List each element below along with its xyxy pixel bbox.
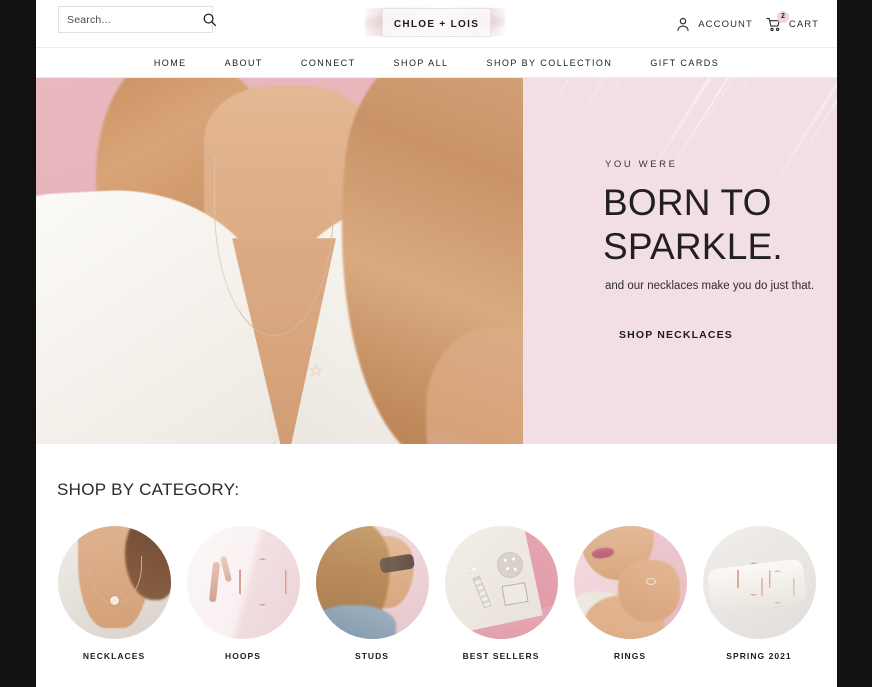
shop-necklaces-button[interactable]: SHOP NECKLACES xyxy=(619,329,733,341)
category-label: BEST SELLERS xyxy=(462,651,540,661)
hero-eyebrow: YOU WERE xyxy=(605,159,678,170)
site-logo[interactable]: CHLOE + LOIS xyxy=(364,2,505,42)
cart-count-badge: 2 xyxy=(776,10,789,23)
category-item-rings[interactable]: RINGS xyxy=(572,526,688,661)
hero-model-photo: ☆ xyxy=(36,78,523,444)
category-item-best-sellers[interactable]: BEST SELLERS xyxy=(443,526,559,661)
category-item-hoops[interactable]: HOOPS xyxy=(185,526,301,661)
star-pendant-icon: ☆ xyxy=(308,361,324,380)
nav-item-about[interactable]: ABOUT xyxy=(206,58,282,68)
cart-label: CART xyxy=(788,18,819,30)
category-label: SPRING 2021 xyxy=(726,651,792,661)
account-label: ACCOUNT xyxy=(698,18,753,30)
category-list: NECKLACES HOOPS STUDS BEST SELLERS RINGS… xyxy=(36,500,837,661)
person-icon xyxy=(677,17,689,31)
page-viewport: CHLOE + LOIS ACCOUNT 2 CART xyxy=(36,0,837,687)
account-link[interactable]: ACCOUNT xyxy=(675,16,753,33)
category-item-spring-2021[interactable]: SPRING 2021 xyxy=(701,526,817,661)
main-navigation: HOME ABOUT CONNECT SHOP ALL SHOP BY COLL… xyxy=(36,48,837,78)
nav-item-gift-cards[interactable]: GIFT CARDS xyxy=(631,58,738,68)
category-thumbnail-rings[interactable] xyxy=(573,526,687,639)
logo-text: CHLOE + LOIS xyxy=(393,18,480,30)
brush-streak xyxy=(534,78,690,133)
cart-link[interactable]: 2 CART xyxy=(766,10,819,33)
shop-by-category-section: SHOP BY CATEGORY: NECKLACES HOOPS STUDS xyxy=(36,444,837,661)
category-item-studs[interactable]: STUDS xyxy=(314,526,430,661)
nav-item-home[interactable]: HOME xyxy=(135,58,206,68)
hero-text-panel: YOU WERE BORN TO SPARKLE. and our neckla… xyxy=(523,78,837,444)
brush-streak xyxy=(584,78,714,137)
hero-banner: ☆ YOU WERE BORN TO SPARKLE. and our neck… xyxy=(36,78,837,444)
hero-subcopy: and our necklaces make you do just that. xyxy=(605,280,815,292)
category-label: STUDS xyxy=(354,651,390,661)
search-input[interactable] xyxy=(67,13,202,26)
category-label: RINGS xyxy=(613,651,647,661)
hero-headline: BORN TO SPARKLE. xyxy=(603,182,783,267)
category-section-title: SHOP BY CATEGORY: xyxy=(57,480,240,499)
nav-item-shop-by-collection[interactable]: SHOP BY COLLECTION xyxy=(468,58,632,68)
logo-frame: CHLOE + LOIS xyxy=(381,7,492,37)
nav-item-shop-all[interactable]: SHOP ALL xyxy=(375,58,468,68)
utility-links: ACCOUNT 2 CART xyxy=(675,0,819,48)
search-box[interactable] xyxy=(58,6,217,33)
category-thumbnail-necklaces[interactable] xyxy=(57,526,171,639)
category-thumbnail-hoops[interactable] xyxy=(186,526,300,639)
category-thumbnail-best-sellers[interactable] xyxy=(444,526,558,639)
category-label: NECKLACES xyxy=(82,651,146,661)
category-item-necklaces[interactable]: NECKLACES xyxy=(56,526,172,661)
search-icon[interactable] xyxy=(202,12,217,27)
top-utility-bar: CHLOE + LOIS ACCOUNT 2 CART xyxy=(36,0,837,48)
category-thumbnail-studs[interactable] xyxy=(315,526,429,639)
category-label: HOOPS xyxy=(225,651,261,661)
category-thumbnail-spring-2021[interactable] xyxy=(702,526,816,639)
nav-item-connect[interactable]: CONNECT xyxy=(282,58,375,68)
